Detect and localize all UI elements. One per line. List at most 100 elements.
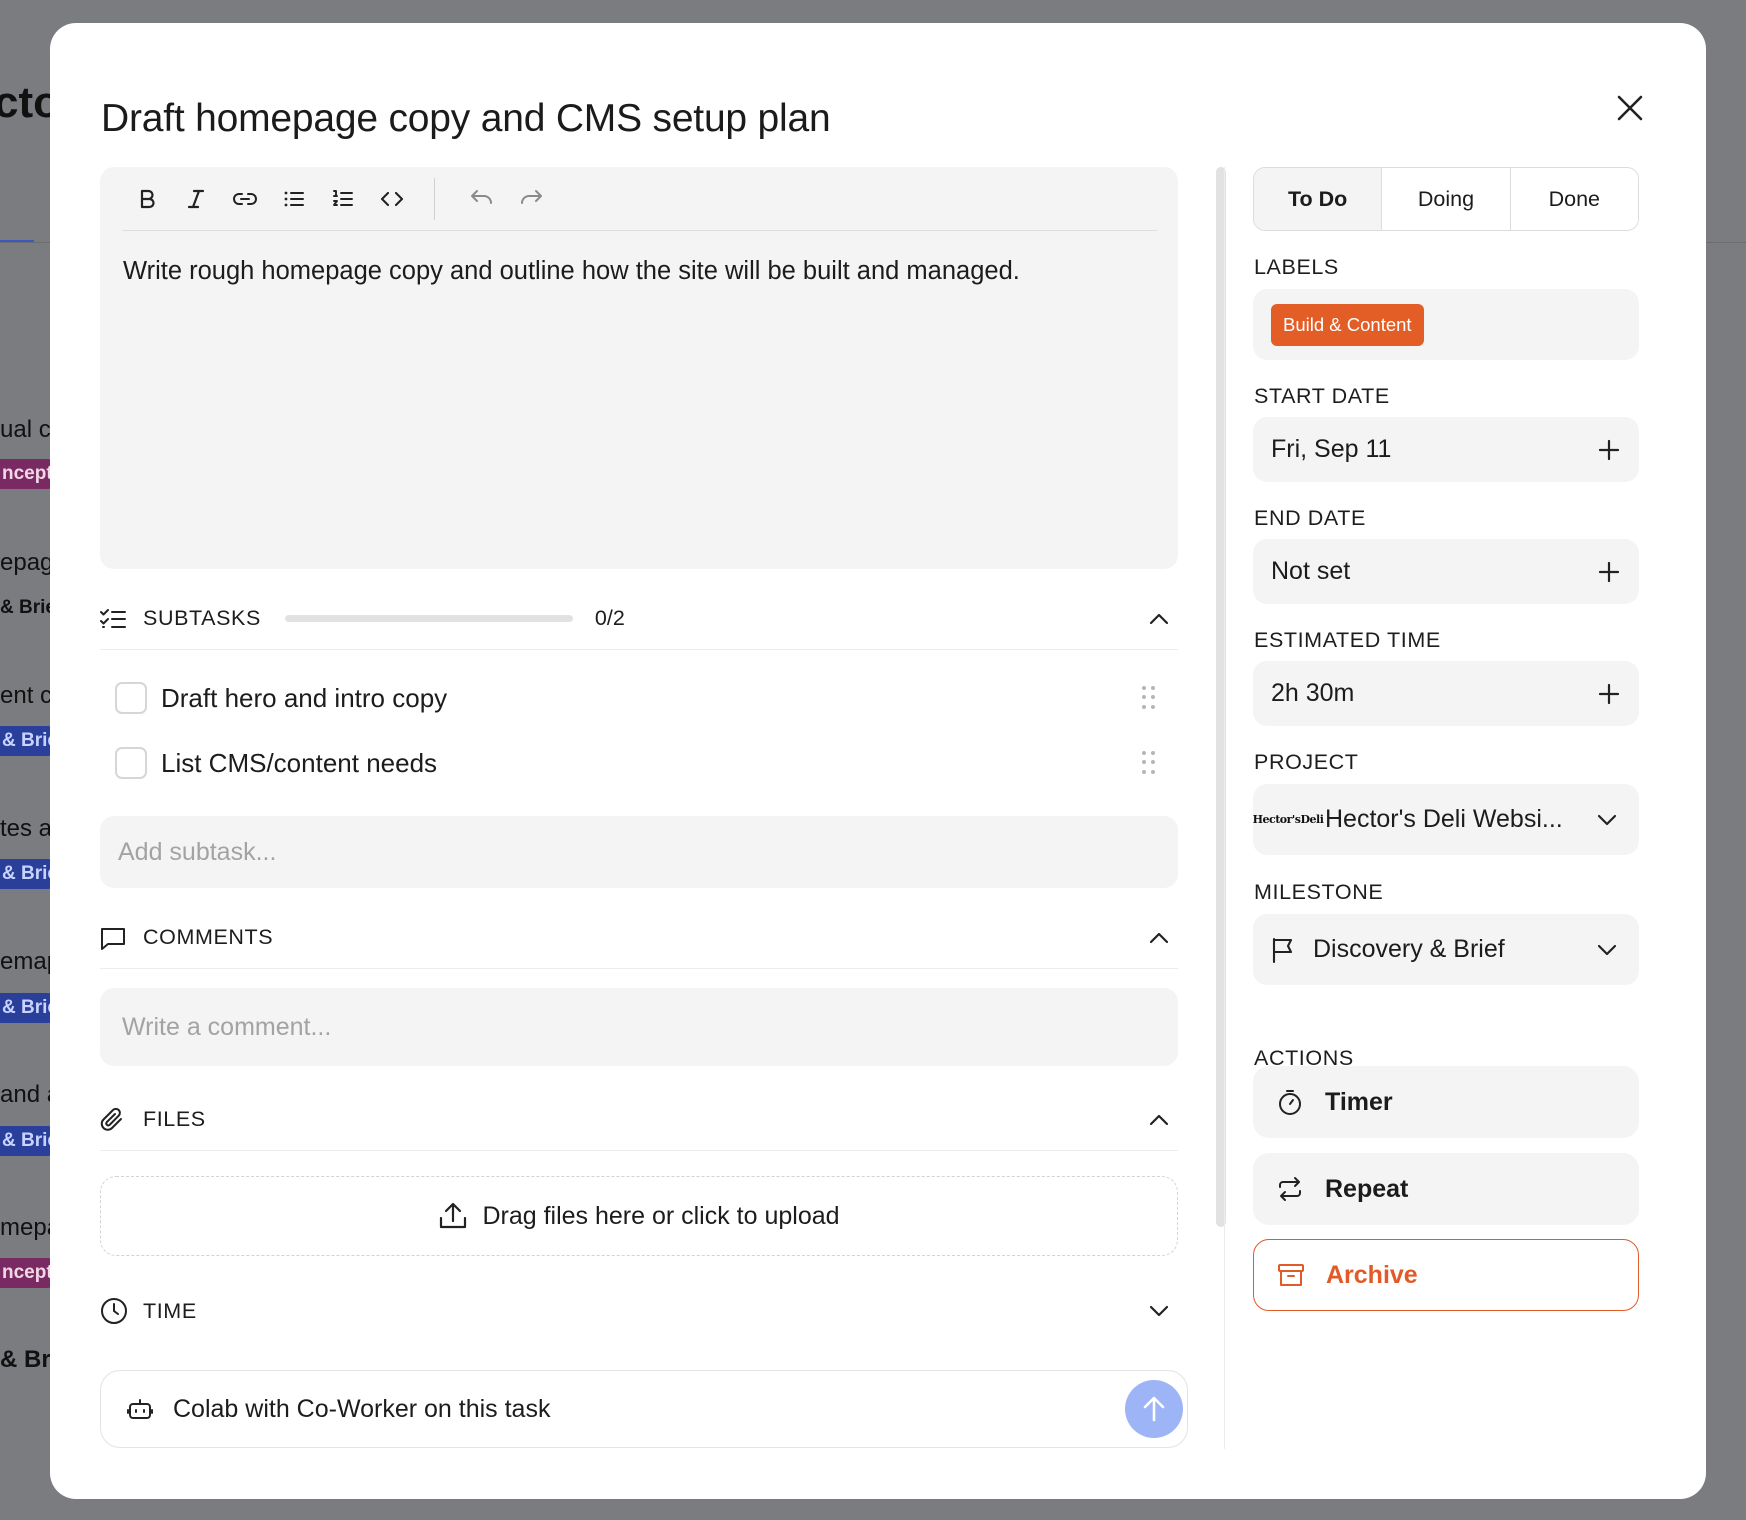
subtask-label[interactable]: Draft hero and intro copy xyxy=(161,683,447,714)
background-card-title: ual c xyxy=(0,416,51,443)
archive-button[interactable]: Archive xyxy=(1253,1239,1639,1311)
estimated-time-heading: ESTIMATED TIME xyxy=(1254,628,1441,652)
time-label: TIME xyxy=(143,1298,197,1323)
end-date-field[interactable]: Not set xyxy=(1253,539,1639,604)
subtask-item: Draft hero and intro copy xyxy=(100,668,1178,728)
task-modal: Draft homepage copy and CMS setup plan W… xyxy=(50,23,1706,1499)
colab-input-bar[interactable]: Colab with Co-Worker on this task xyxy=(100,1370,1188,1448)
close-button[interactable] xyxy=(1605,83,1655,133)
stopwatch-icon xyxy=(1275,1087,1305,1117)
background-card-title: tes a xyxy=(0,815,53,842)
repeat-icon xyxy=(1275,1174,1305,1204)
undo-icon xyxy=(470,189,492,204)
drag-handle-icon[interactable] xyxy=(1142,686,1156,710)
background-card-tag: & Brie xyxy=(0,993,52,1023)
background-card-tag: ncepts xyxy=(0,1258,52,1288)
chevron-down-icon[interactable] xyxy=(1146,1298,1172,1324)
background-card-title: ent c xyxy=(0,682,53,709)
comments-label: COMMENTS xyxy=(143,925,274,949)
italic-button[interactable] xyxy=(171,179,220,219)
file-upload-dropzone[interactable]: Drag files here or click to upload xyxy=(100,1176,1178,1256)
chevron-up-icon[interactable] xyxy=(1146,606,1172,632)
timer-label: Timer xyxy=(1325,1087,1393,1116)
upload-label: Drag files here or click to upload xyxy=(482,1201,840,1230)
chevron-down-icon xyxy=(1595,938,1619,962)
timer-button[interactable]: Timer xyxy=(1253,1066,1639,1138)
redo-icon xyxy=(520,189,542,204)
numbered-list-icon xyxy=(332,189,353,206)
subtask-checkbox[interactable] xyxy=(115,747,147,779)
link-button[interactable] xyxy=(220,179,269,219)
undo-button[interactable] xyxy=(457,179,506,219)
description-editor: Write rough homepage copy and outline ho… xyxy=(100,167,1178,569)
checklist-icon xyxy=(100,604,130,634)
drag-handle-icon[interactable] xyxy=(1142,751,1156,775)
repeat-label: Repeat xyxy=(1325,1174,1409,1203)
start-date-field[interactable]: Fri, Sep 11 xyxy=(1253,417,1639,482)
redo-button[interactable] xyxy=(506,179,555,219)
bullet-list-icon xyxy=(284,191,304,206)
chevron-up-icon[interactable] xyxy=(1146,925,1172,951)
comments-section-header[interactable]: COMMENTS xyxy=(100,907,1178,969)
paperclip-icon xyxy=(100,1105,130,1135)
plus-icon[interactable] xyxy=(1597,560,1621,584)
code-button[interactable] xyxy=(367,179,416,219)
archive-label: Archive xyxy=(1326,1260,1418,1289)
subtask-checkbox[interactable] xyxy=(115,682,147,714)
chevron-up-icon[interactable] xyxy=(1146,1107,1172,1133)
bold-icon xyxy=(140,189,155,208)
status-doing-button[interactable]: Doing xyxy=(1382,168,1511,230)
comment-input[interactable]: Write a comment... xyxy=(100,988,1178,1066)
link-icon xyxy=(232,192,257,205)
background-card-tag: ncepts xyxy=(0,459,52,489)
start-date-value: Fri, Sep 11 xyxy=(1271,435,1392,463)
milestone-value: Discovery & Brief xyxy=(1313,935,1505,963)
add-subtask-input[interactable]: Add subtask... xyxy=(100,816,1178,888)
status-done-button[interactable]: Done xyxy=(1510,168,1638,230)
comment-icon xyxy=(100,923,130,953)
milestone-select[interactable]: Discovery & Brief xyxy=(1253,914,1639,985)
subtask-item: List CMS/content needs xyxy=(100,733,1178,793)
start-date-heading: START DATE xyxy=(1254,384,1390,408)
code-icon xyxy=(380,191,403,206)
subtasks-section-header[interactable]: SUBTASKS 0/2 xyxy=(100,588,1178,650)
files-section-header[interactable]: FILES xyxy=(100,1089,1178,1151)
description-text[interactable]: Write rough homepage copy and outline ho… xyxy=(123,257,1020,286)
numbered-list-button[interactable] xyxy=(318,179,367,219)
project-logo: Hector's Deli xyxy=(1252,812,1324,826)
project-heading: PROJECT xyxy=(1254,750,1359,774)
project-select[interactable]: Hector's Deli Hector's Deli Websi... xyxy=(1253,784,1639,855)
task-title[interactable]: Draft homepage copy and CMS setup plan xyxy=(101,97,831,141)
background-card-title: & Br xyxy=(0,1346,51,1373)
labels-field[interactable]: Build & Content xyxy=(1253,289,1639,360)
background-card-tag: & Brie xyxy=(0,597,56,618)
colab-label: Colab with Co-Worker on this task xyxy=(173,1394,551,1423)
background-card-tag: & Brie xyxy=(0,859,52,889)
arrow-up-icon xyxy=(1143,1396,1165,1422)
editor-toolbar xyxy=(122,167,1157,231)
time-section-header[interactable]: TIME xyxy=(100,1280,1178,1342)
end-date-value: Not set xyxy=(1271,557,1351,585)
estimated-time-value: 2h 30m xyxy=(1271,679,1355,707)
repeat-button[interactable]: Repeat xyxy=(1253,1153,1639,1225)
flag-icon xyxy=(1272,937,1293,963)
plus-icon[interactable] xyxy=(1597,438,1621,462)
plus-icon[interactable] xyxy=(1597,682,1621,706)
toolbar-separator xyxy=(434,177,435,220)
bullet-list-button[interactable] xyxy=(269,179,318,219)
bold-button[interactable] xyxy=(122,179,171,219)
subtasks-label: SUBTASKS xyxy=(143,606,261,630)
status-segmented-control: To Do Doing Done xyxy=(1253,167,1639,231)
files-label: FILES xyxy=(143,1107,206,1131)
label-chip[interactable]: Build & Content xyxy=(1271,303,1424,346)
send-button[interactable] xyxy=(1125,1380,1183,1438)
subtask-label[interactable]: List CMS/content needs xyxy=(161,748,437,779)
panel-divider xyxy=(1224,167,1225,1449)
status-todo-button[interactable]: To Do xyxy=(1254,168,1383,230)
labels-heading: LABELS xyxy=(1254,255,1339,279)
clock-icon xyxy=(100,1296,130,1326)
archive-icon xyxy=(1276,1260,1306,1290)
upload-icon xyxy=(440,1202,467,1229)
estimated-time-field[interactable]: 2h 30m xyxy=(1253,661,1639,726)
end-date-heading: END DATE xyxy=(1254,506,1366,530)
